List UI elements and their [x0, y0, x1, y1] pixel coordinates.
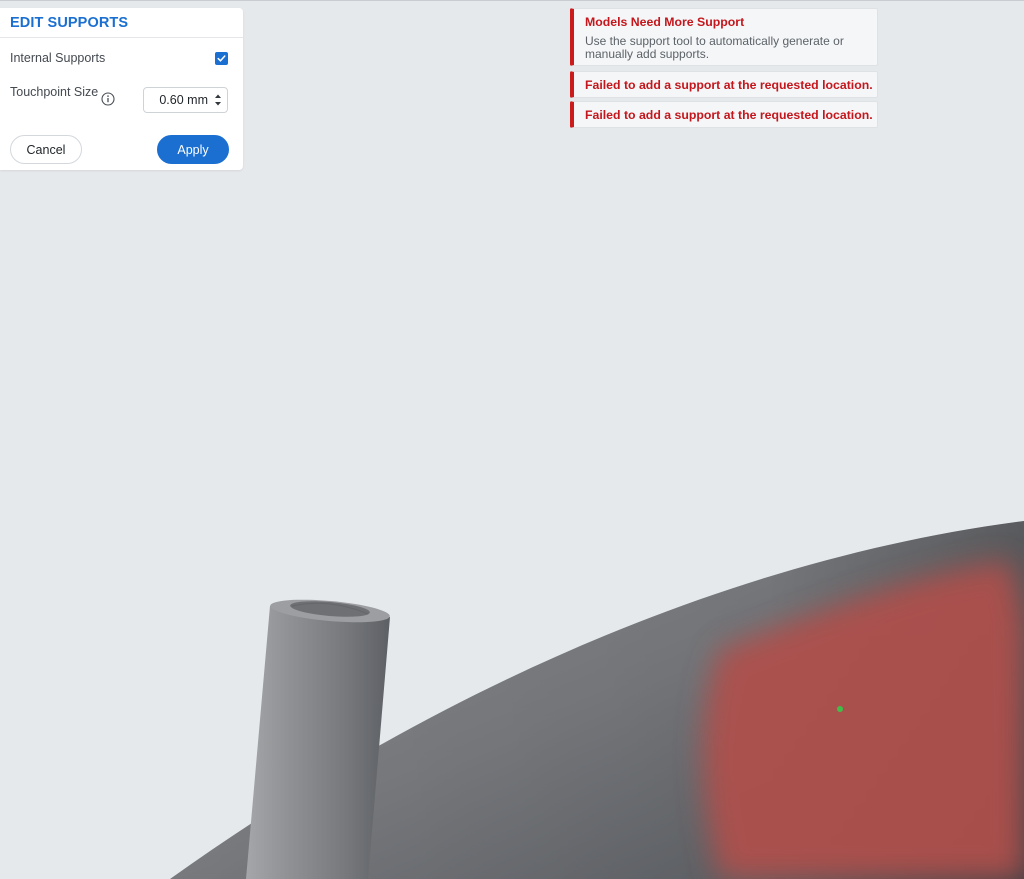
notification-body: Use the support tool to automatically ge… — [585, 34, 844, 61]
checkmark-icon — [217, 55, 226, 62]
panel-title: EDIT SUPPORTS — [10, 15, 129, 31]
info-icon[interactable] — [101, 92, 115, 106]
notification-failed-support-2[interactable]: Failed to add a support at the requested… — [570, 101, 878, 128]
notification-failed-support-1[interactable]: Failed to add a support at the requested… — [570, 71, 878, 98]
up-down-arrows-icon[interactable] — [214, 91, 222, 109]
touchpoint-size-stepper[interactable]: 0.60 mm — [143, 87, 228, 113]
notification-title: Failed to add a support at the requested… — [585, 78, 873, 92]
internal-supports-label: Internal Supports — [10, 51, 106, 65]
panel-divider — [0, 37, 243, 38]
cancel-button[interactable]: Cancel — [10, 135, 82, 164]
notification-title: Failed to add a support at the requested… — [585, 108, 873, 122]
internal-supports-checkbox[interactable] — [215, 52, 228, 65]
touchpoint-size-value: 0.60 mm — [159, 93, 208, 107]
model-peg[interactable] — [246, 596, 391, 879]
edit-supports-panel: EDIT SUPPORTS Internal Supports Touchpoi… — [0, 8, 243, 170]
notification-needs-support[interactable]: Models Need More Support Use the support… — [570, 8, 878, 66]
apply-button[interactable]: Apply — [157, 135, 229, 164]
notification-title: Models Need More Support — [585, 15, 745, 29]
touchpoint-size-label: Touchpoint Size — [10, 85, 99, 99]
touchpoint-marker[interactable] — [837, 706, 843, 712]
